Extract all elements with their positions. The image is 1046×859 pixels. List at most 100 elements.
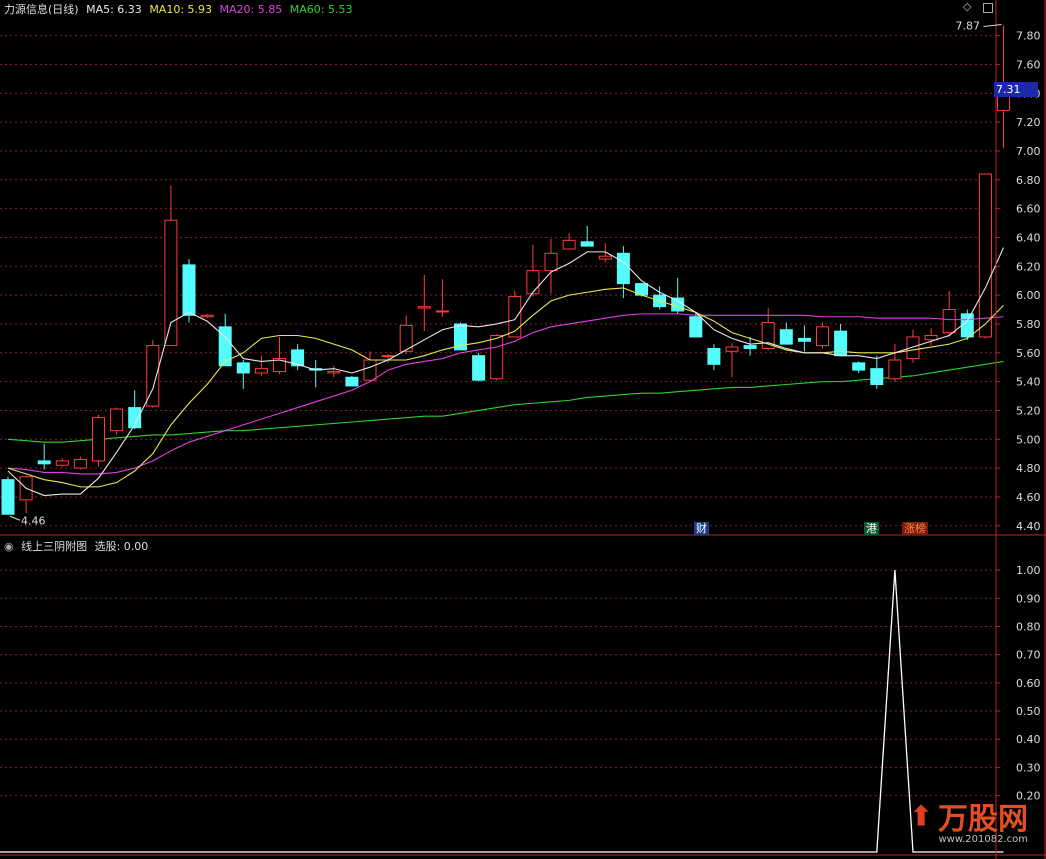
candle xyxy=(544,238,558,294)
candle-body xyxy=(562,239,576,250)
candle-body xyxy=(381,355,395,358)
candle-body xyxy=(490,334,504,380)
candle-body xyxy=(743,345,757,349)
candle xyxy=(978,173,992,339)
indicator-tick-label: 1.00 xyxy=(1016,564,1041,577)
indicator-tick-label: 0.90 xyxy=(1016,592,1041,605)
candle xyxy=(707,344,721,371)
panel-frames xyxy=(0,0,1046,859)
candle-body xyxy=(417,306,431,309)
price-tick-label: 6.00 xyxy=(1016,289,1041,302)
price-tick-label: 7.20 xyxy=(1016,116,1041,129)
price-tick-label: 5.80 xyxy=(1016,318,1041,331)
candle xyxy=(888,344,902,382)
top-gainer-badge-label: 涨榜 xyxy=(904,522,926,535)
candle xyxy=(942,290,956,337)
price-tick-label: 6.80 xyxy=(1016,174,1041,187)
finance-badge[interactable]: 财 xyxy=(694,522,709,535)
candlestick-series xyxy=(1,25,1010,515)
stock-title[interactable]: 力源信息(日线) xyxy=(4,3,79,16)
high-arrow-icon xyxy=(983,24,1002,28)
candle xyxy=(870,355,884,389)
candle xyxy=(562,233,576,250)
candle-body xyxy=(55,460,69,466)
chart-canvas: 7.807.607.407.207.006.806.606.406.206.00… xyxy=(0,0,1046,859)
grid-lines xyxy=(0,35,996,797)
candle xyxy=(616,246,630,299)
watermark-logo: ⬆ 万股网 www.201082.com xyxy=(909,794,1028,846)
candle xyxy=(92,414,105,467)
candle xyxy=(128,390,142,430)
candle xyxy=(725,342,739,378)
price-tick-label: 4.40 xyxy=(1016,520,1041,533)
price-tick-label: 5.00 xyxy=(1016,433,1041,446)
hk-badge[interactable]: 港 xyxy=(864,522,879,535)
ma60-legend: MA60: 5.53 xyxy=(289,3,353,16)
candle xyxy=(852,361,866,373)
candle-body xyxy=(816,326,829,347)
candle-body xyxy=(779,329,793,345)
candle-body xyxy=(906,336,920,360)
candle xyxy=(797,325,811,352)
indicator-header: ◉ 线上三阴附图 选股: 0.00 xyxy=(4,538,152,554)
candle xyxy=(327,365,341,378)
candle xyxy=(779,322,793,345)
ma20-legend: MA20: 5.85 xyxy=(219,3,283,16)
price-tick-label: 5.20 xyxy=(1016,404,1041,417)
price-tick-label: 6.60 xyxy=(1016,203,1041,216)
candle xyxy=(906,329,920,363)
candle-body xyxy=(942,309,956,334)
candle-body xyxy=(37,460,51,465)
candle-body xyxy=(707,347,721,365)
candle-body xyxy=(73,458,87,469)
candle-body xyxy=(689,316,703,338)
candle-body xyxy=(164,219,178,347)
candle xyxy=(164,185,178,347)
candle-body xyxy=(671,297,685,312)
candle xyxy=(19,475,33,513)
indicator-tick-label: 0.30 xyxy=(1016,761,1041,774)
candle-body xyxy=(870,368,884,386)
price-tick-label: 6.40 xyxy=(1016,231,1041,244)
candle xyxy=(399,315,413,355)
candle xyxy=(816,322,829,349)
candle xyxy=(1,476,15,515)
candle-body xyxy=(852,362,866,371)
candle xyxy=(37,443,51,470)
diamond-icon[interactable]: ◇ xyxy=(963,0,971,13)
candle-body xyxy=(327,371,341,374)
candle-body xyxy=(978,173,992,338)
candle xyxy=(435,279,449,317)
hk-badge-label: 港 xyxy=(866,522,877,535)
price-tick-label: 7.80 xyxy=(1016,30,1041,43)
candle xyxy=(526,244,540,297)
watermark-url: www.201082.com xyxy=(938,834,1028,845)
finance-badge-label: 财 xyxy=(696,522,707,535)
candle xyxy=(490,334,504,381)
ma-lines xyxy=(7,247,1005,497)
candle-body xyxy=(182,264,196,316)
collapse-circle-icon[interactable]: ◉ xyxy=(4,540,14,553)
candle xyxy=(417,274,431,332)
price-tick-label: 5.40 xyxy=(1016,376,1041,389)
candle xyxy=(218,313,232,367)
high-price-label: 7.87 xyxy=(956,20,981,33)
ma5-legend: MA5: 6.33 xyxy=(86,3,142,16)
candle xyxy=(273,336,286,375)
candle-body xyxy=(526,270,540,295)
indicator-title[interactable]: 线上三阴附图 xyxy=(21,540,87,553)
candle-body xyxy=(236,362,250,374)
watermark-arrow-icon: ⬆ xyxy=(909,799,933,833)
top-gainer-badge[interactable]: 涨榜 xyxy=(902,522,928,535)
window-toggle-icon[interactable] xyxy=(983,3,993,13)
candle-body xyxy=(544,252,558,272)
low-price-label: 4.46 xyxy=(21,514,46,527)
indicator-tick-label: 0.80 xyxy=(1016,620,1041,633)
candle-body xyxy=(598,255,612,260)
candle-body xyxy=(110,408,124,432)
ma10-legend: MA10: 5.93 xyxy=(149,3,213,16)
candle-body xyxy=(363,359,377,381)
candle-body xyxy=(435,310,449,313)
candle-body xyxy=(580,241,594,247)
candle-body xyxy=(725,346,739,352)
